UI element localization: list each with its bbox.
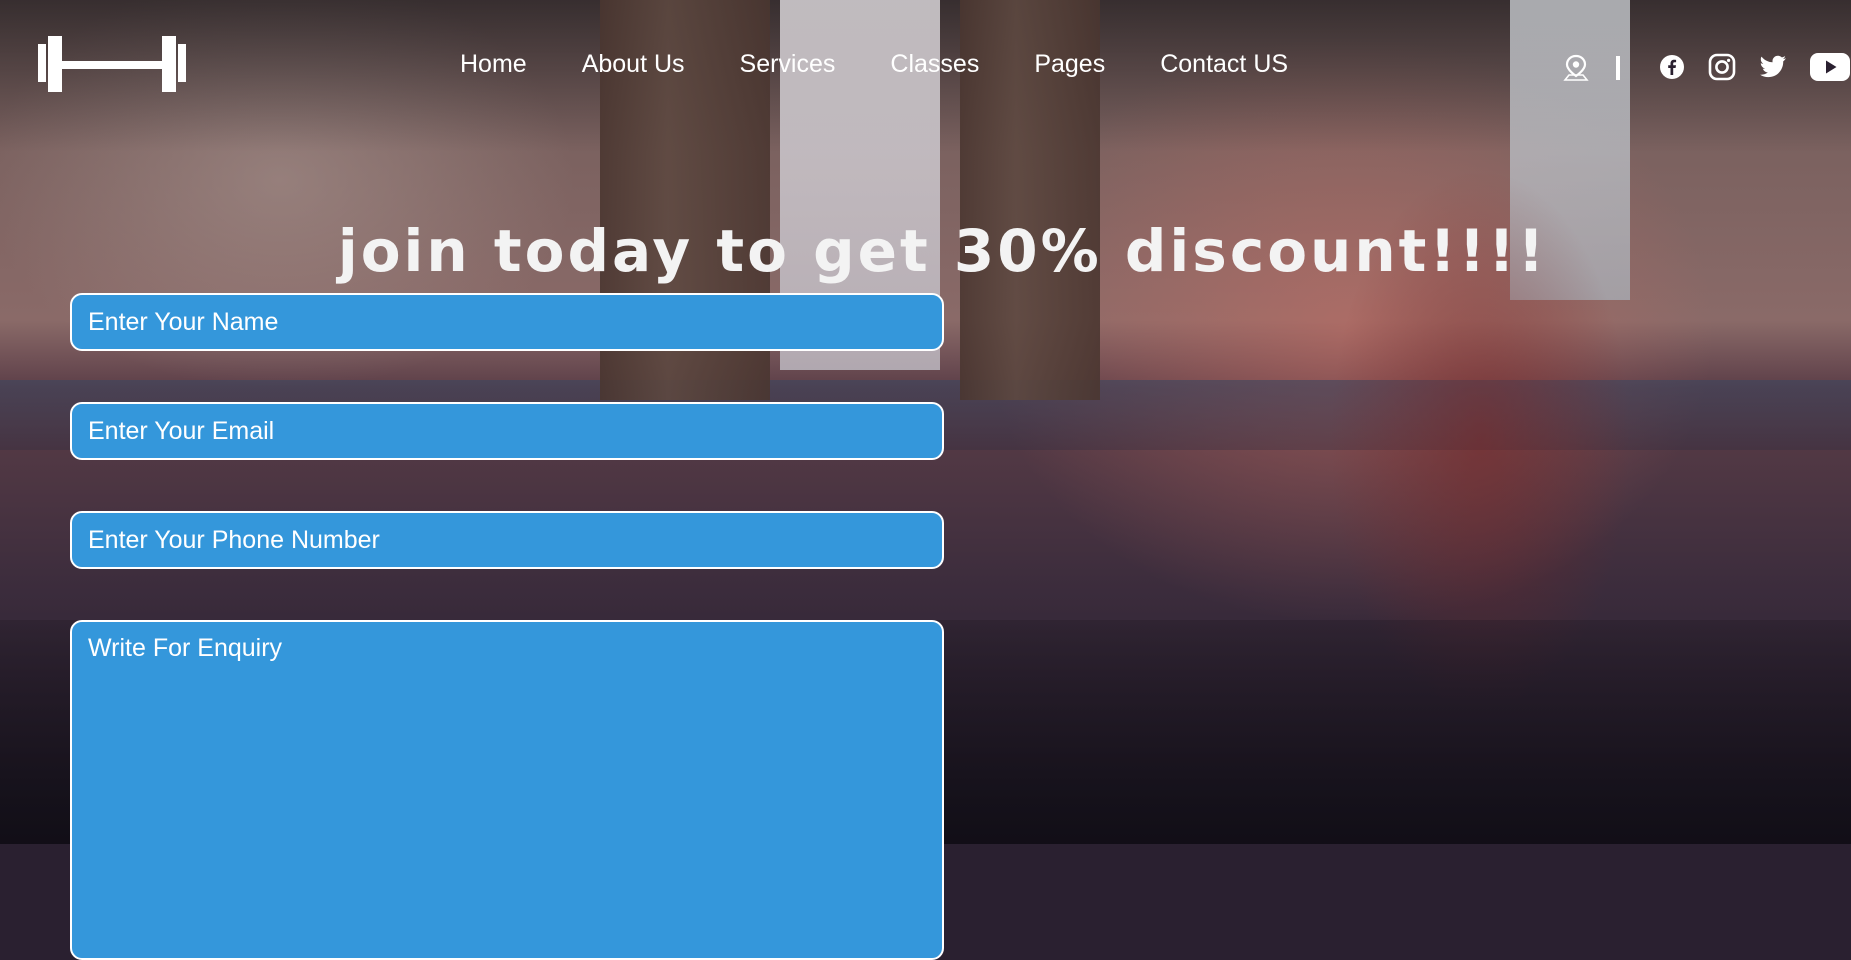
twitter-icon[interactable] [1759, 55, 1787, 79]
main-nav: Home About Us Services Classes Pages Con… [460, 50, 1288, 79]
barbell-logo[interactable] [38, 36, 186, 94]
location-icon[interactable] [1563, 54, 1589, 82]
nav-pages[interactable]: Pages [1034, 50, 1105, 79]
promo-headline: join today to get 30% discount!!!! [337, 216, 1548, 285]
facebook-icon[interactable] [1659, 54, 1685, 80]
nav-about-us[interactable]: About Us [582, 50, 685, 79]
name-input[interactable] [70, 293, 944, 351]
phone-input[interactable] [70, 511, 944, 569]
youtube-icon[interactable] [1809, 52, 1851, 82]
enquiry-textarea[interactable] [70, 620, 944, 960]
nav-home[interactable]: Home [460, 50, 527, 79]
nav-services[interactable]: Services [740, 50, 836, 79]
email-input[interactable] [70, 402, 944, 460]
nav-contact-us[interactable]: Contact US [1160, 50, 1288, 79]
instagram-icon[interactable] [1708, 53, 1736, 81]
header-divider [1616, 56, 1620, 80]
nav-classes[interactable]: Classes [890, 50, 979, 79]
